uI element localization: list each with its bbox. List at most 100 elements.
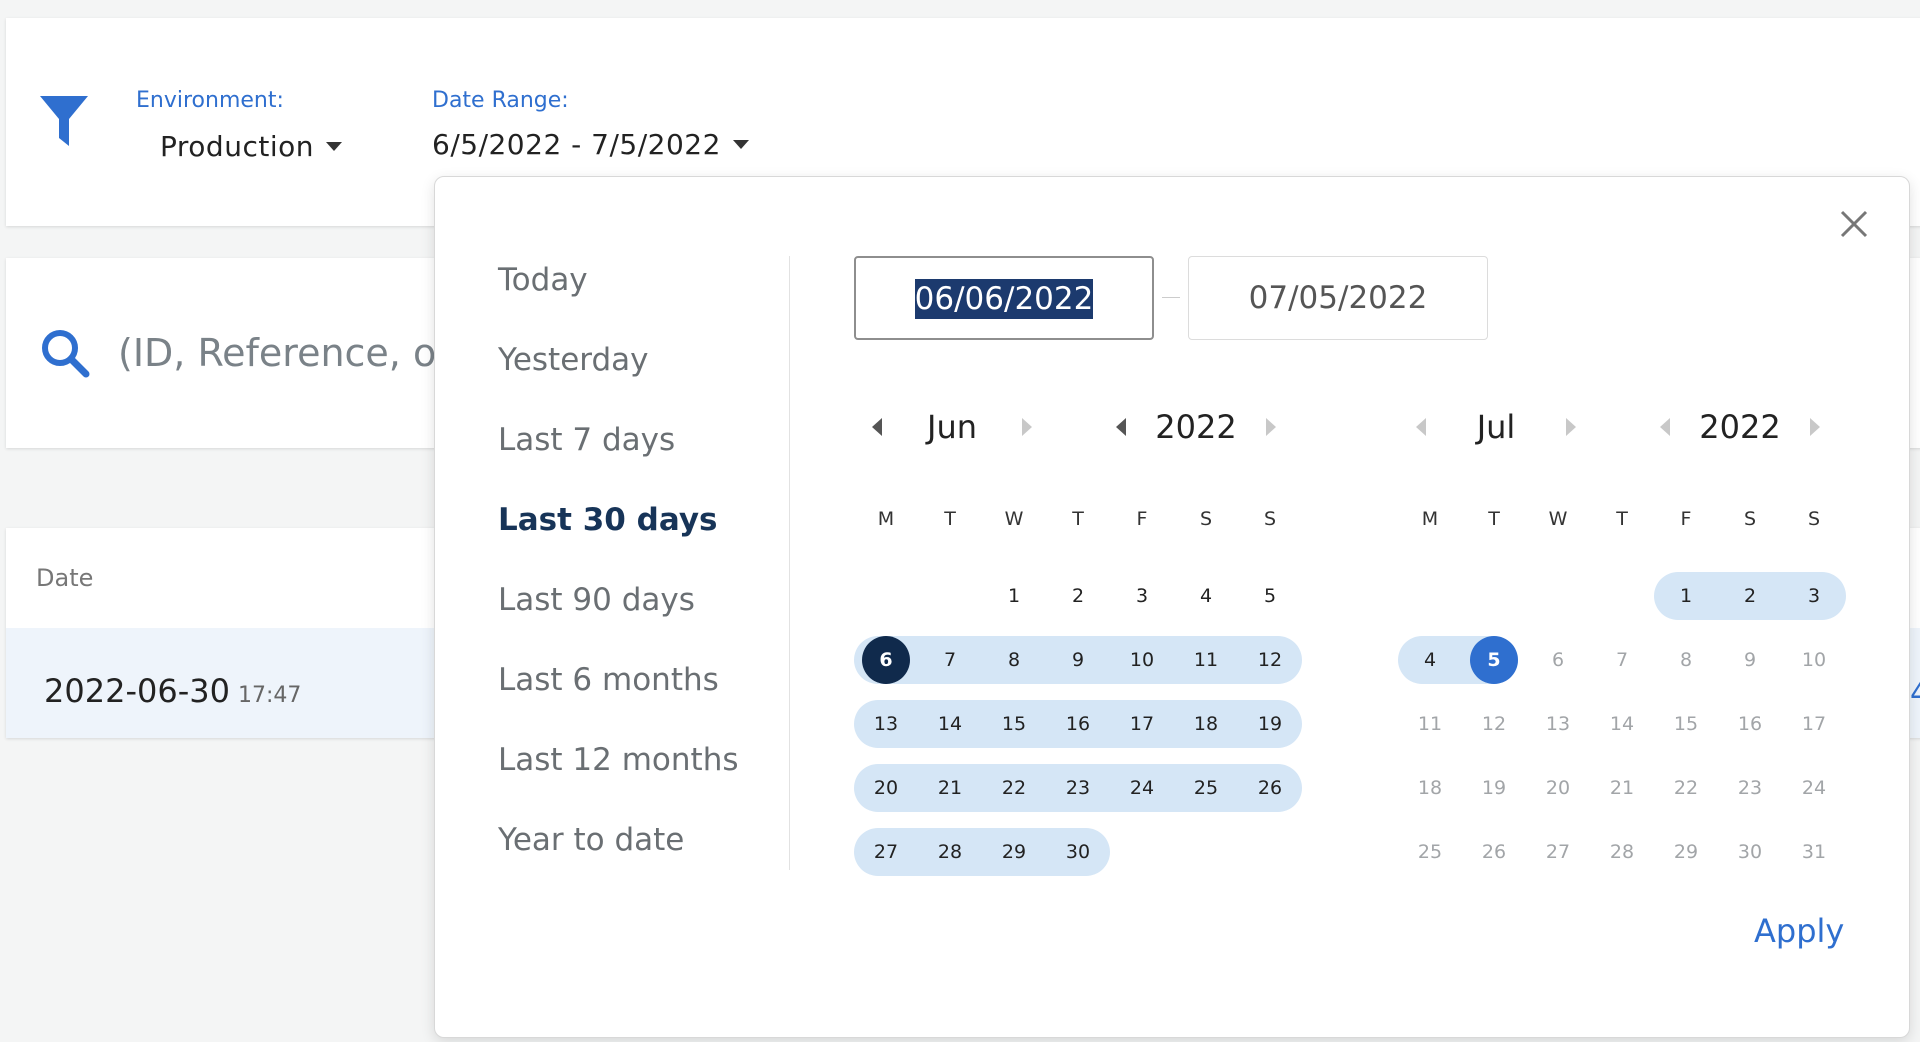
- day-cell[interactable]: 23: [1718, 756, 1782, 820]
- day-cell[interactable]: 26: [1462, 820, 1526, 884]
- day-cell[interactable]: 26: [1238, 756, 1302, 820]
- weekday-mon: M: [1421, 508, 1439, 530]
- day-cell[interactable]: 2: [1046, 564, 1110, 628]
- day-cell[interactable]: 18: [1398, 756, 1462, 820]
- day-cell[interactable]: 21: [1590, 756, 1654, 820]
- filter-icon[interactable]: [38, 94, 90, 150]
- day-cell[interactable]: 10: [1110, 628, 1174, 692]
- date-range-dropdown[interactable]: 6/5/2022 - 7/5/2022: [432, 128, 749, 161]
- preset-last-90-days[interactable]: Last 90 days: [498, 570, 778, 650]
- preset-yesterday[interactable]: Yesterday: [498, 330, 778, 410]
- day-cell[interactable]: 25: [1174, 756, 1238, 820]
- day-cell[interactable]: 9: [1046, 628, 1110, 692]
- day-cell[interactable]: 4: [1398, 628, 1462, 692]
- environment-dropdown[interactable]: Production: [160, 130, 342, 163]
- calendar-july: M T W T F S S 1 2 3 4 5 6 7 8 9 10 11 12…: [1398, 500, 1846, 884]
- day-cell[interactable]: 15: [982, 692, 1046, 756]
- column-header-date: Date: [36, 564, 94, 592]
- preset-last-12-months[interactable]: Last 12 months: [498, 730, 778, 810]
- day-cell[interactable]: 4: [1174, 564, 1238, 628]
- preset-last-7-days[interactable]: Last 7 days: [498, 410, 778, 490]
- day-cell[interactable]: 24: [1782, 756, 1846, 820]
- prev-month-icon[interactable]: [872, 418, 882, 436]
- day-cell[interactable]: 7: [1590, 628, 1654, 692]
- day-cell[interactable]: 13: [1526, 692, 1590, 756]
- day-cell[interactable]: 17: [1110, 692, 1174, 756]
- day-cell[interactable]: 12: [1462, 692, 1526, 756]
- weekday-fri: F: [1136, 508, 1148, 530]
- weekday-wed: W: [1004, 508, 1024, 530]
- preset-last-30-days[interactable]: Last 30 days: [498, 490, 778, 570]
- day-cell[interactable]: 9: [1718, 628, 1782, 692]
- row-time: 17:47: [237, 683, 302, 708]
- start-date-input[interactable]: 06/06/2022: [854, 256, 1154, 340]
- day-cell[interactable]: 14: [1590, 692, 1654, 756]
- day-cell[interactable]: 8: [1654, 628, 1718, 692]
- day-cell[interactable]: 15: [1654, 692, 1718, 756]
- day-cell[interactable]: 5: [1238, 564, 1302, 628]
- right-year: 2022: [1699, 408, 1781, 446]
- selected-start-day[interactable]: 6: [862, 636, 910, 684]
- end-date-input[interactable]: 07/05/2022: [1188, 256, 1488, 340]
- day-cell[interactable]: 8: [982, 628, 1046, 692]
- preset-year-to-date[interactable]: Year to date: [498, 810, 778, 890]
- left-year-nav: 2022: [1116, 408, 1276, 446]
- day-cell[interactable]: 28: [1590, 820, 1654, 884]
- day-cell[interactable]: 1: [982, 564, 1046, 628]
- weekday-thu: T: [1072, 508, 1084, 530]
- prev-month-icon[interactable]: [1416, 418, 1426, 436]
- preset-today[interactable]: Today: [498, 250, 778, 330]
- prev-year-icon[interactable]: [1660, 418, 1670, 436]
- day-cell[interactable]: 20: [1526, 756, 1590, 820]
- next-year-icon[interactable]: [1266, 418, 1276, 436]
- day-cell[interactable]: 14: [918, 692, 982, 756]
- selected-end-day[interactable]: 5: [1470, 636, 1518, 684]
- next-month-icon[interactable]: [1022, 418, 1032, 436]
- day-cell[interactable]: 19: [1238, 692, 1302, 756]
- day-cell[interactable]: 20: [854, 756, 918, 820]
- left-month-nav: Jun: [872, 408, 1032, 446]
- day-cell[interactable]: 3: [1110, 564, 1174, 628]
- day-cell[interactable]: 27: [854, 820, 918, 884]
- day-cell[interactable]: 22: [1654, 756, 1718, 820]
- day-cell[interactable]: 22: [982, 756, 1046, 820]
- day-cell[interactable]: 6: [1526, 628, 1590, 692]
- day-cell[interactable]: 11: [1398, 692, 1462, 756]
- day-cell[interactable]: 19: [1462, 756, 1526, 820]
- preset-last-6-months[interactable]: Last 6 months: [498, 650, 778, 730]
- day-cell[interactable]: 10: [1782, 628, 1846, 692]
- day-cell[interactable]: 31: [1782, 820, 1846, 884]
- day-cell[interactable]: 2: [1718, 564, 1782, 628]
- day-cell[interactable]: 30: [1718, 820, 1782, 884]
- day-cell[interactable]: 7: [918, 628, 982, 692]
- day-cell[interactable]: 11: [1174, 628, 1238, 692]
- day-cell[interactable]: 24: [1110, 756, 1174, 820]
- start-date-value: 06/06/2022: [914, 279, 1094, 319]
- day-cell[interactable]: 13: [854, 692, 918, 756]
- day-cell[interactable]: 29: [1654, 820, 1718, 884]
- day-cell[interactable]: 23: [1046, 756, 1110, 820]
- day-cell[interactable]: 21: [918, 756, 982, 820]
- day-cell[interactable]: 18: [1174, 692, 1238, 756]
- day-cell[interactable]: 27: [1526, 820, 1590, 884]
- next-month-icon[interactable]: [1566, 418, 1576, 436]
- day-cell[interactable]: 16: [1046, 692, 1110, 756]
- apply-button[interactable]: Apply: [1754, 912, 1844, 950]
- environment-value: Production: [160, 130, 314, 163]
- next-year-icon[interactable]: [1810, 418, 1820, 436]
- day-cell[interactable]: 3: [1782, 564, 1846, 628]
- search-input[interactable]: [118, 326, 438, 380]
- close-icon[interactable]: [1836, 206, 1872, 242]
- left-year: 2022: [1155, 408, 1237, 446]
- search-icon[interactable]: [38, 326, 92, 380]
- prev-year-icon[interactable]: [1116, 418, 1126, 436]
- day-cell[interactable]: 25: [1398, 820, 1462, 884]
- day-cell[interactable]: 17: [1782, 692, 1846, 756]
- divider: [789, 256, 790, 870]
- day-cell[interactable]: 16: [1718, 692, 1782, 756]
- day-cell[interactable]: 29: [982, 820, 1046, 884]
- day-cell[interactable]: 30: [1046, 820, 1110, 884]
- day-cell[interactable]: 28: [918, 820, 982, 884]
- day-cell[interactable]: 12: [1238, 628, 1302, 692]
- day-cell[interactable]: 1: [1654, 564, 1718, 628]
